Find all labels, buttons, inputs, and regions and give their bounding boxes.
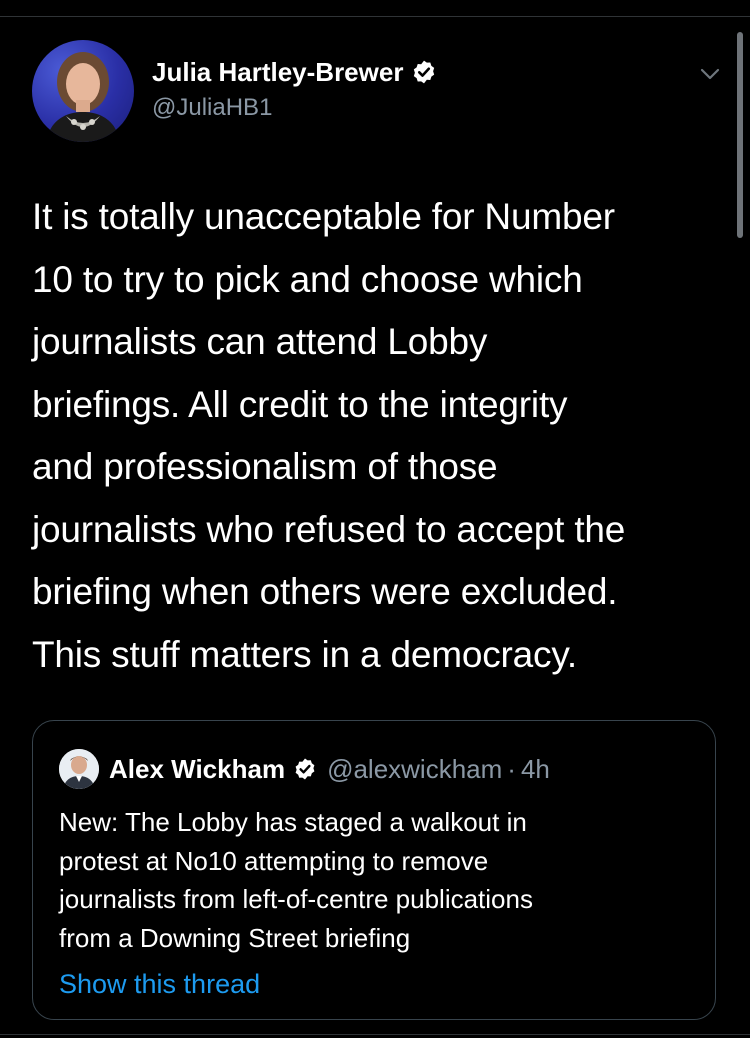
tweet-text-line: journalists can attend Lobby [32, 321, 488, 362]
tweet-text-line: briefings. All credit to the integrity [32, 383, 568, 425]
separator-dot: · [507, 753, 516, 784]
quoted-author-display-name[interactable]: Alex Wickham [109, 754, 285, 785]
verified-badge-icon [295, 758, 315, 780]
quoted-tweet-text-line: New: The Lobby has staged a walkout in [59, 807, 527, 837]
show-thread-link[interactable]: Show this thread [59, 969, 260, 1000]
chevron-down-icon[interactable] [696, 60, 724, 88]
tweet-text-line: It is totally unacceptable for Number [32, 196, 615, 237]
scrollbar[interactable] [737, 32, 743, 238]
tweet-text-line: briefing when others were excluded. [32, 571, 618, 612]
quoted-tweet-card[interactable]: Alex Wickham @alexwickham · 4h New: The … [32, 720, 716, 1020]
tweet-text-line: journalists who refused to accept the [32, 508, 626, 550]
quoted-author-avatar [59, 749, 99, 789]
verified-badge-icon [414, 60, 435, 84]
tweet-text-line: 10 to try to pick and choose which [32, 258, 583, 300]
bottom-divider [0, 1034, 750, 1035]
quoted-tweet-text: New: The Lobby has staged a walkout in p… [59, 803, 699, 957]
author-avatar[interactable] [32, 40, 134, 142]
quoted-tweet-text-line: journalists from left-of-centre publicat… [59, 884, 533, 914]
tweet-text-line: and professionalism of those [32, 446, 498, 487]
top-divider [0, 16, 750, 17]
quoted-tweet-text-line: from a Downing Street briefing [59, 922, 411, 953]
tweet-text-line: This stuff matters in a democracy. [32, 633, 577, 675]
quoted-tweet-timestamp[interactable]: 4h [521, 754, 550, 785]
quoted-author-handle[interactable]: @alexwickham [327, 754, 502, 785]
author-name-row: Julia Hartley-Brewer [152, 54, 437, 90]
author-display-name[interactable]: Julia Hartley-Brewer [152, 57, 403, 88]
tweet-text: It is totally unacceptable for Number 10… [32, 186, 722, 686]
quoted-tweet-header: Alex Wickham @alexwickham · 4h [59, 749, 550, 789]
author-handle[interactable]: @JuliaHB1 [152, 94, 272, 122]
tweet-header: Julia Hartley-Brewer @JuliaHB1 [32, 40, 722, 144]
quoted-tweet-text-line: protest at No10 attempting to remove [59, 845, 489, 876]
